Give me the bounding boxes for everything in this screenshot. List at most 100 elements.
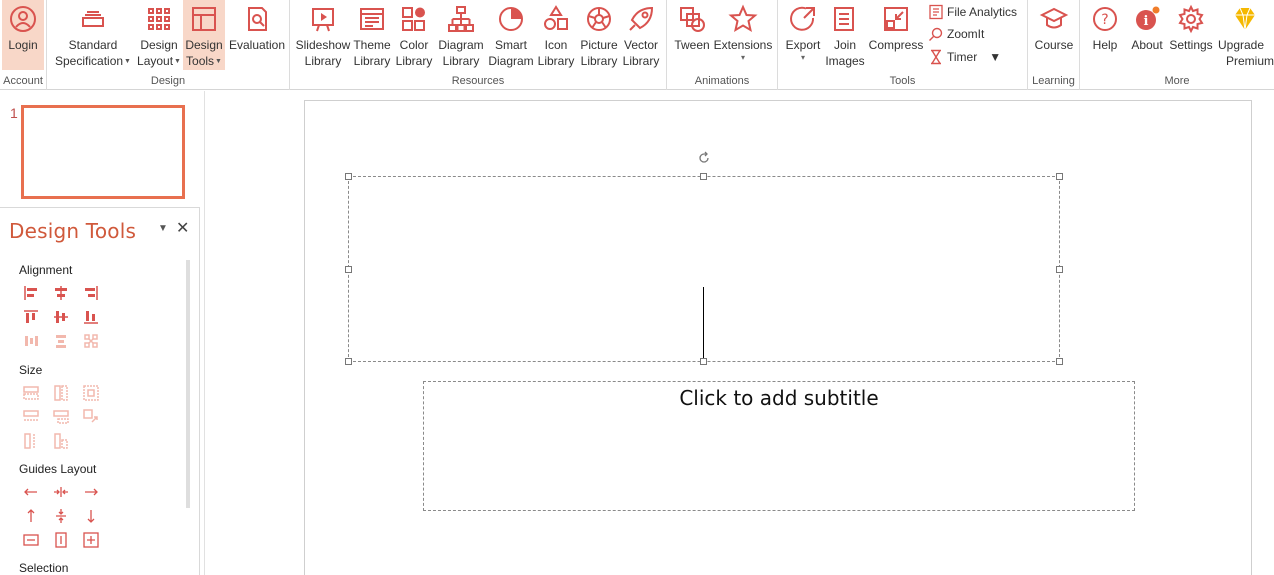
star-icon [728,4,758,33]
guide-bottom-icon[interactable] [82,507,100,525]
icon-library-button[interactable]: Icon Library [536,0,576,70]
group-resources: Slideshow Library Theme Library Color Li… [290,0,667,90]
diagram-line2: Library [442,54,480,68]
file-analytics-button[interactable]: File Analytics [928,2,1017,22]
guide-left-icon[interactable] [22,483,40,501]
standard-line2: Specification [55,54,124,68]
align-center-icon[interactable] [52,284,70,302]
panel-scrollbar[interactable] [186,260,190,508]
design-layout-line1: Design [140,38,178,52]
design-tools-button[interactable]: Design Tools▼ [183,0,225,70]
export-button[interactable]: Export ▾ [782,0,824,70]
pie-chart-icon [499,7,523,31]
subtitle-placeholder-text: Click to add subtitle [679,386,879,410]
size-option-7-icon[interactable] [22,432,40,450]
resize-handle-top-right[interactable] [1056,173,1063,180]
extensions-button[interactable]: Extensions ▾ [713,0,773,70]
login-button[interactable]: Login [2,0,44,70]
slideshow-icon [312,8,334,32]
help-label: Help [1092,38,1118,52]
compress-button[interactable]: Compress [868,0,924,70]
same-size-icon[interactable] [82,384,100,402]
align-left-icon[interactable] [22,284,40,302]
guide-grid-horizontal-icon[interactable] [22,531,40,549]
aperture-icon [587,7,611,31]
color-library-button[interactable]: Color Library [394,0,434,70]
vector-line1: Vector [623,38,659,52]
size-option-8-icon[interactable] [52,432,70,450]
diagram-library-button[interactable]: Diagram Library [435,0,487,70]
distribute-horizontal-icon[interactable] [22,332,40,350]
align-top-icon[interactable] [22,308,40,326]
about-label: About [1131,38,1163,52]
grid-icon [148,8,170,30]
panel-title: Design Tools [9,219,137,243]
design-layout-line2: Layout [137,54,174,68]
close-icon[interactable]: ✕ [176,218,189,238]
vector-library-button[interactable]: Vector Library [620,0,662,70]
group-learning: Course Learning [1028,0,1080,90]
guide-center-horizontal-icon[interactable] [52,483,70,501]
guide-center-vertical-icon[interactable] [52,507,70,525]
panel-menu-icon[interactable]: ▼ [158,223,168,234]
slideshow-library-button[interactable]: Slideshow Library [295,0,351,70]
evaluation-button[interactable]: Evaluation [226,0,288,70]
standard-specification-button[interactable]: Standard Specification▼ [53,0,133,70]
design-layout-button[interactable]: Design Layout▼ [136,0,182,70]
slide-thumbnail[interactable] [21,105,185,199]
smart-line2: Diagram [488,54,534,68]
svg-text:i: i [1144,14,1149,29]
align-bottom-icon[interactable] [82,308,100,326]
upgrade-premium-button[interactable]: Upgrade Premium [1216,0,1274,70]
file-analytics-icon [929,4,943,20]
resize-handle-left[interactable] [345,266,352,273]
group-label-account: Account [3,75,43,87]
resize-handle-top[interactable] [700,173,707,180]
size-option-5-icon[interactable] [52,408,70,426]
subtitle-placeholder[interactable]: Click to add subtitle [423,381,1135,511]
align-middle-icon[interactable] [52,308,70,326]
upgrade-line2: Premium [1226,54,1274,68]
zoomit-button[interactable]: ZoomIt [928,24,984,44]
distribute-vertical-icon[interactable] [52,332,70,350]
group-tools: Export ▾ Join Images Compress File Analy… [778,0,1028,90]
align-corners-icon[interactable] [82,332,100,350]
slide[interactable]: Click to add subtitle [304,100,1252,575]
help-button[interactable]: ? Help [1084,0,1126,70]
resize-handle-bottom-left[interactable] [345,358,352,365]
graduation-cap-icon [1039,7,1069,29]
rotate-handle-icon[interactable] [697,151,711,165]
resize-handle-right[interactable] [1056,266,1063,273]
resize-handle-top-left[interactable] [345,173,352,180]
theme-library-button[interactable]: Theme Library [352,0,392,70]
picture-line1: Picture [580,38,618,52]
diagram-line1: Diagram [438,38,484,52]
guide-grid-full-icon[interactable] [82,531,100,549]
same-width-icon[interactable] [22,384,40,402]
guide-right-icon[interactable] [82,483,100,501]
course-button[interactable]: Course [1031,0,1077,70]
guide-top-icon[interactable] [22,507,40,525]
size-option-6-icon[interactable] [82,408,100,426]
design-tools-line2: Tools [186,54,215,68]
about-button[interactable]: i About [1126,0,1168,70]
timer-button[interactable]: Timer ▼ [928,47,1001,67]
title-placeholder[interactable] [348,176,1060,362]
guide-grid-vertical-icon[interactable] [52,531,70,549]
size-option-4-icon[interactable] [22,408,40,426]
smart-diagram-button[interactable]: Smart Diagram [488,0,534,70]
help-icon: ? [1093,7,1117,31]
align-right-icon[interactable] [82,284,100,302]
picture-library-button[interactable]: Picture Library [578,0,620,70]
settings-label: Settings [1169,38,1213,52]
course-label: Course [1034,38,1074,52]
smart-line1: Smart [494,38,527,52]
login-label: Login [8,38,38,52]
resize-handle-bottom[interactable] [700,358,707,365]
same-height-icon[interactable] [52,384,70,402]
join-images-button[interactable]: Join Images [824,0,866,70]
settings-button[interactable]: Settings [1168,0,1214,70]
ribbon: Login Account Standard Specification▼ De… [0,0,1274,90]
resize-handle-bottom-right[interactable] [1056,358,1063,365]
tween-button[interactable]: Tween [671,0,713,70]
